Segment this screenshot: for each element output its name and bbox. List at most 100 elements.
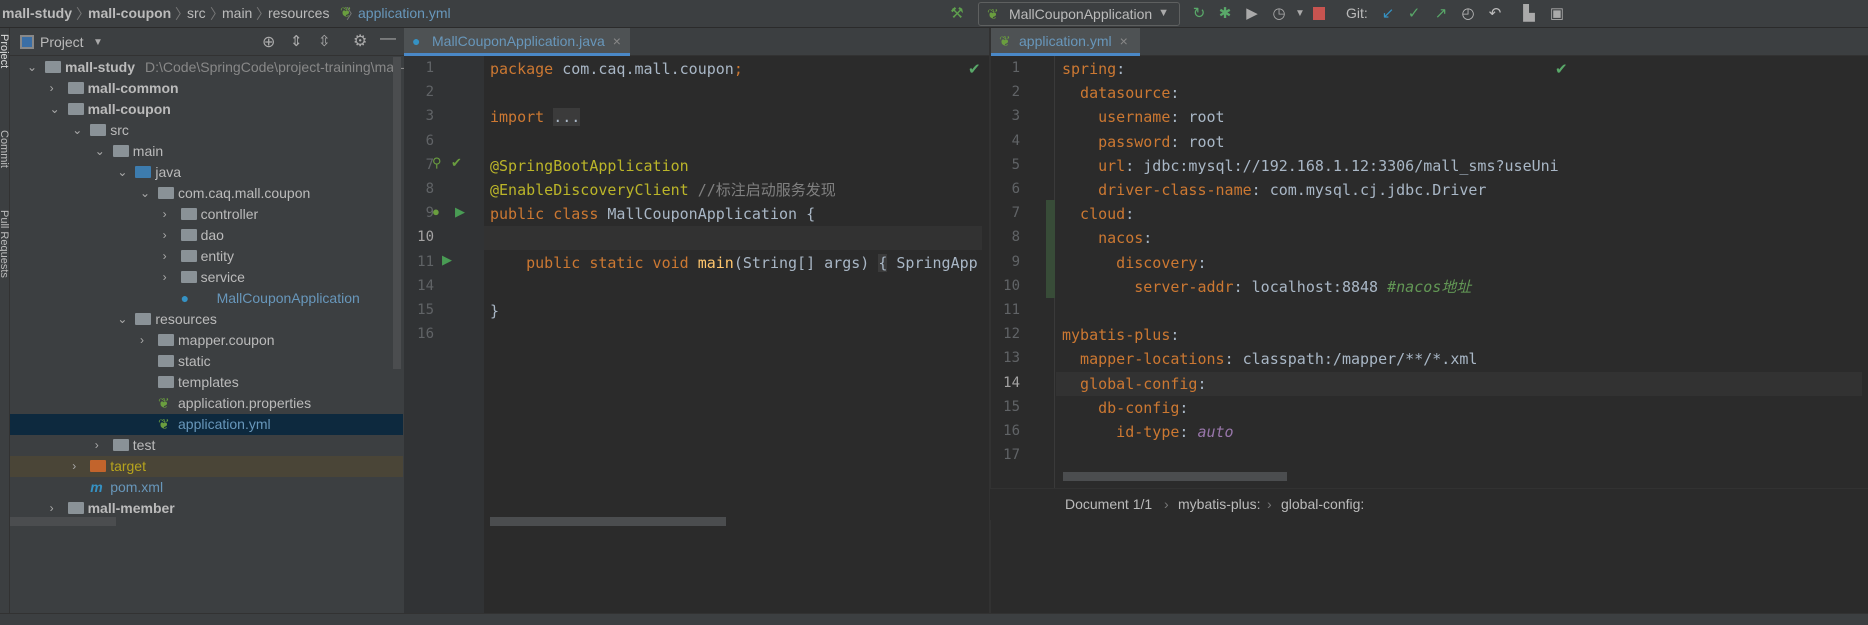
debug-icon[interactable]: ✱ — [1216, 4, 1234, 22]
locate-icon[interactable]: ⊕ — [262, 32, 275, 52]
run-configuration-select[interactable]: ❦ MallCouponApplication ▼ — [978, 2, 1180, 26]
tree-item-resources[interactable]: ⌄ resources — [10, 309, 403, 330]
code-line[interactable]: url: jdbc:mysql://192.168.1.12:3306/mall… — [1062, 154, 1559, 178]
breadcrumb-item[interactable]: mall-coupon — [88, 5, 171, 21]
tree-item-src[interactable]: ⌄ src — [10, 120, 403, 141]
breadcrumb-item[interactable]: resources — [268, 5, 329, 21]
tree-item-mallcouponapplication[interactable]: ● MallCouponApplication — [10, 288, 403, 309]
collapse-all-icon[interactable]: ⇳ — [318, 32, 331, 50]
chevron-right-icon[interactable]: › — [72, 456, 76, 477]
chevron-right-icon[interactable]: › — [163, 225, 167, 246]
tab-mall-coupon-application-java[interactable]: ● MallCouponApplication.java × — [404, 28, 630, 56]
breadcrumb-item[interactable]: mall-study — [2, 5, 72, 21]
tree-item-application-properties[interactable]: ❦ application.properties — [10, 393, 403, 414]
code-line[interactable]: global-config: — [1062, 372, 1206, 396]
code-line[interactable]: nacos: — [1062, 226, 1152, 250]
terminal-icon[interactable]: ▣ — [1548, 4, 1566, 22]
chevron-right-icon[interactable]: › — [163, 204, 167, 225]
code-line[interactable]: mapper-locations: classpath:/mapper/**/*… — [1062, 347, 1477, 371]
history-icon[interactable]: ◴ — [1459, 4, 1477, 22]
tree-item-target[interactable]: › target — [10, 456, 403, 477]
yml-horizontal-scrollbar[interactable] — [1063, 472, 1287, 481]
tree-item-controller[interactable]: › controller — [10, 204, 403, 225]
tree-scrollbar[interactable] — [393, 57, 401, 369]
tree-item-mall-study[interactable]: ⌄ mall-study D:\Code\SpringCode\project-tr… — [10, 57, 412, 78]
gear-icon[interactable]: ⚙ — [353, 31, 367, 51]
git-commit-icon[interactable]: ✓ — [1405, 4, 1423, 22]
chevron-down-icon[interactable]: ⌄ — [117, 162, 127, 183]
code-line[interactable]: driver-class-name: com.mysql.cj.jdbc.Dri… — [1062, 178, 1486, 202]
tool-tab-pull-requests[interactable]: Pull Requests — [0, 210, 10, 278]
java-horizontal-scrollbar[interactable] — [490, 517, 726, 526]
rerun-icon[interactable]: ↻ — [1190, 4, 1208, 22]
tree-item-main[interactable]: ⌄ main — [10, 141, 403, 162]
tree-item-entity[interactable]: › entity — [10, 246, 403, 267]
chevron-down-icon[interactable]: ⌄ — [140, 183, 150, 204]
code-line[interactable]: discovery: — [1062, 251, 1206, 275]
tree-horizontal-scrollbar[interactable] — [10, 517, 116, 526]
spring-boot-icon[interactable]: ● — [432, 204, 440, 219]
chevron-down-icon[interactable]: ⌄ — [117, 309, 127, 330]
minimize-icon[interactable]: — — [380, 30, 396, 48]
code-line[interactable]: username: root — [1062, 105, 1224, 129]
tree-item-mall-common[interactable]: › mall-common — [10, 78, 403, 99]
tree-item-service[interactable]: › service — [10, 267, 403, 288]
yaml-breadcrumb-item[interactable]: mybatis-plus: — [1178, 496, 1260, 512]
profile-icon[interactable]: ◷ — [1270, 4, 1288, 22]
chevron-down-icon[interactable]: ⌄ — [50, 99, 60, 120]
spring-config-icon[interactable]: ✔ — [451, 155, 462, 171]
tab-application-yml[interactable]: ❦ application.yml × — [991, 28, 1140, 56]
breadcrumb-item[interactable]: application.yml — [358, 5, 451, 21]
close-icon[interactable]: × — [613, 33, 621, 49]
code-line[interactable]: public class MallCouponApplication { — [490, 202, 815, 226]
chevron-right-icon[interactable]: › — [95, 435, 99, 456]
tree-item-mapper-coupon[interactable]: › mapper.coupon — [10, 330, 403, 351]
close-icon[interactable]: × — [1120, 33, 1128, 49]
run-icon[interactable]: ▶ — [455, 204, 465, 220]
tree-item-com-caq-mall-coupon[interactable]: ⌄ com.caq.mall.coupon — [10, 183, 403, 204]
tree-item-test[interactable]: › test — [10, 435, 403, 456]
tree-item-pom-xml[interactable]: m pom.xml — [10, 477, 403, 498]
code-line[interactable]: server-addr: localhost:8848 #nacos地址 — [1062, 275, 1471, 299]
tool-tab-commit[interactable]: Commit — [0, 130, 10, 168]
tool-tab-project[interactable]: Project — [0, 34, 10, 68]
chevron-down-icon[interactable]: ▼ — [1291, 8, 1309, 19]
build-hammer-icon[interactable]: ⚒ — [948, 4, 966, 22]
chevron-down-icon[interactable]: ⌄ — [72, 120, 82, 141]
rollback-icon[interactable]: ↶ — [1486, 4, 1504, 22]
git-push-icon[interactable]: ↗ — [1432, 4, 1450, 22]
chevron-right-icon[interactable]: › — [163, 267, 167, 288]
code-line[interactable]: import ... — [490, 105, 581, 129]
code-line[interactable]: spring: — [1062, 57, 1125, 81]
code-line[interactable]: } — [490, 299, 499, 323]
code-line[interactable]: package com.caq.mall.coupon; — [490, 57, 743, 81]
tree-item-java[interactable]: ⌄ java — [10, 162, 403, 183]
code-line[interactable]: password: root — [1062, 130, 1224, 154]
spring-bean-icon[interactable]: ⚲ — [432, 155, 442, 171]
code-line[interactable]: id-type: auto — [1062, 420, 1233, 444]
coverage-icon[interactable]: ▶ — [1243, 4, 1261, 22]
code-line[interactable]: public static void main(String[] args) {… — [490, 251, 978, 275]
chevron-down-icon[interactable]: ▼ — [93, 37, 103, 48]
yaml-breadcrumb-item[interactable]: global-config: — [1281, 496, 1364, 512]
chevron-right-icon[interactable]: › — [163, 246, 167, 267]
code-line[interactable]: @EnableDiscoveryClient //标注启动服务发现 — [490, 178, 836, 202]
tree-item-mall-coupon[interactable]: ⌄ mall-coupon — [10, 99, 403, 120]
git-update-icon[interactable]: ↙ — [1379, 4, 1397, 22]
chevron-right-icon[interactable]: › — [140, 330, 144, 351]
stop-icon[interactable] — [1313, 7, 1325, 20]
code-line[interactable]: cloud: — [1062, 202, 1134, 226]
code-line[interactable]: @SpringBootApplication — [490, 154, 689, 178]
chevron-right-icon[interactable]: › — [50, 498, 54, 519]
breadcrumb-item[interactable]: main — [222, 5, 252, 21]
code-line[interactable]: mybatis-plus: — [1062, 323, 1179, 347]
chevron-down-icon[interactable]: ⌄ — [95, 141, 105, 162]
tree-item-templates[interactable]: templates — [10, 372, 403, 393]
chevron-down-icon[interactable]: ⌄ — [27, 57, 37, 78]
breadcrumb-item[interactable]: src — [187, 5, 206, 21]
yaml-breadcrumb-item[interactable]: Document 1/1 — [1065, 496, 1152, 512]
code-line[interactable]: db-config: — [1062, 396, 1188, 420]
chevron-right-icon[interactable]: › — [50, 78, 54, 99]
tree-item-dao[interactable]: › dao — [10, 225, 403, 246]
tree-item-mall-member[interactable]: › mall-member — [10, 498, 403, 519]
